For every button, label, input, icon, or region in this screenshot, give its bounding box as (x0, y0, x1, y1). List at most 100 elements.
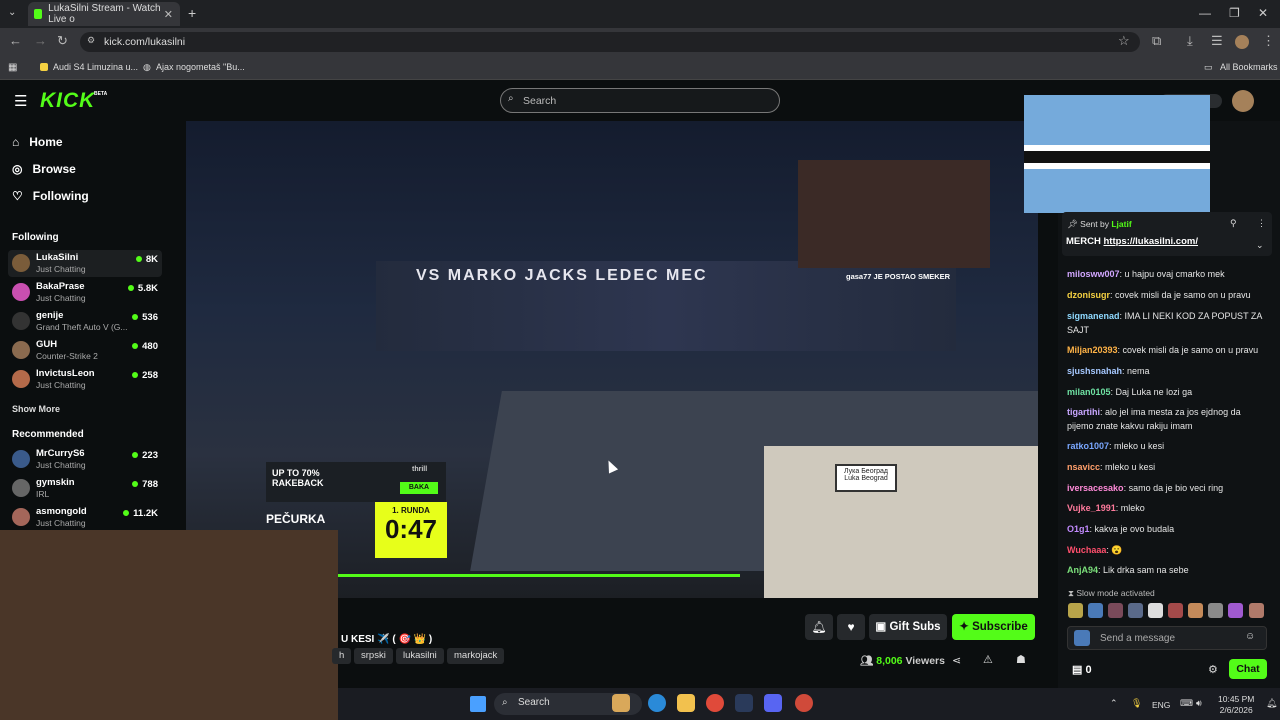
stream-tag[interactable]: markojack (447, 648, 505, 664)
new-tab-icon[interactable]: + (188, 5, 196, 21)
all-bookmarks[interactable]: All Bookmarks (1220, 62, 1278, 72)
unpin-icon[interactable]: ⚲ (1230, 218, 1237, 229)
tab-list-icon[interactable]: ⌄ (8, 7, 16, 18)
reload-icon[interactable]: ↻ (57, 33, 68, 49)
edge-icon[interactable] (648, 694, 666, 712)
channel-item[interactable]: asmongold Just Chatting 11.2K (8, 504, 162, 531)
close-tab-icon[interactable]: ✕ (164, 8, 173, 21)
emote-button[interactable] (1068, 603, 1083, 618)
chat-username[interactable]: tigartihi (1067, 407, 1100, 417)
chat-username[interactable]: iversacesako (1067, 483, 1124, 493)
channel-item[interactable]: InvictusLeon Just Chatting 258 (8, 366, 162, 393)
stream-tag[interactable]: lukasilni (396, 648, 444, 664)
share-icon[interactable]: ⋖ (952, 654, 961, 667)
emote-button[interactable] (1208, 603, 1223, 618)
language-indicator[interactable]: ENG (1152, 700, 1170, 710)
chat-username[interactable]: O1g1 (1067, 524, 1090, 534)
chrome-icon[interactable] (706, 694, 724, 712)
reading-list-icon[interactable]: ☰ (1211, 33, 1223, 49)
close-window-icon[interactable]: ✕ (1258, 6, 1268, 20)
chrome-profile-icon[interactable] (795, 694, 813, 712)
browser-menu-icon[interactable]: ⋮ (1262, 33, 1275, 49)
notification-bell-button[interactable]: 🔔︎ (805, 614, 833, 640)
more-options-icon[interactable]: ⋮ (1257, 218, 1266, 229)
emote-button[interactable] (1088, 603, 1103, 618)
channel-points[interactable]: ▤ 0 (1072, 663, 1092, 676)
profile-avatar[interactable] (1235, 35, 1249, 49)
subscribe-button[interactable]: ✦ Subscribe (952, 614, 1035, 640)
back-icon[interactable]: ← (9, 33, 22, 48)
report-icon[interactable]: ⚠ (983, 653, 993, 666)
channel-item[interactable]: genije Grand Theft Auto V (G... 536 (8, 308, 162, 335)
bookmark-2[interactable]: Ajax nogometaš "Bu... (156, 62, 245, 72)
hamburger-menu-icon[interactable]: ☰ (14, 92, 27, 110)
emote-button[interactable] (1249, 603, 1264, 618)
chat-settings-icon[interactable]: ⚙ (1208, 663, 1218, 676)
file-explorer-icon[interactable] (677, 694, 695, 712)
channel-item[interactable]: LukaSilni Just Chatting 8K (8, 250, 162, 277)
chat-username[interactable]: ratko1007 (1067, 441, 1109, 451)
download-icon[interactable]: ⤓ (1187, 33, 1193, 49)
sidebar-item-following[interactable]: ♡ Following (12, 189, 89, 203)
weather-widget-icon[interactable] (612, 694, 630, 712)
channel-item[interactable]: gymskin IRL 788 (8, 475, 162, 502)
chat-username[interactable]: Vujke_1991 (1067, 503, 1116, 513)
sidebar-item-home[interactable]: ⌂ Home (12, 135, 63, 149)
chat-username[interactable]: nsavicc (1067, 462, 1100, 472)
browser-tab[interactable]: LukaSilni Stream - Watch Live o ✕ (28, 2, 180, 26)
network-icon[interactable]: ⌨ (1180, 698, 1193, 709)
show-more-link[interactable]: Show More (12, 404, 60, 414)
emote-button[interactable] (1228, 603, 1243, 618)
stream-tag[interactable]: srpski (354, 648, 393, 664)
chat-username[interactable]: sjushsnahah (1067, 366, 1122, 376)
stream-tag[interactable]: h (332, 648, 352, 664)
viewers-count: 8,006 (876, 655, 903, 667)
minimize-icon[interactable]: — (1199, 6, 1211, 20)
emote-button[interactable] (1168, 603, 1183, 618)
emote-button[interactable] (1148, 603, 1163, 618)
tray-chevron-icon[interactable]: ⌃ (1110, 698, 1118, 709)
send-chat-button[interactable]: Chat (1229, 659, 1267, 679)
channel-item[interactable]: MrCurryS6 Just Chatting 223 (8, 446, 162, 473)
chat-username[interactable]: Wuchaaa (1067, 545, 1106, 555)
kick-logo[interactable]: KICK (40, 89, 95, 113)
pinned-user[interactable]: Ljatif (1111, 219, 1131, 229)
sidebar-item-browse[interactable]: ◎ Browse (12, 162, 76, 176)
url-field[interactable]: kick.com/lukasilni (80, 32, 1140, 52)
system-clock[interactable]: 10:45 PM 2/6/2026 (1218, 694, 1254, 716)
emoji-icon[interactable]: ☺ (1245, 631, 1255, 642)
chat-username[interactable]: milosww007 (1067, 269, 1120, 279)
maximize-icon[interactable]: ❐ (1229, 6, 1240, 20)
forward-icon[interactable]: → (34, 33, 47, 48)
steam-icon[interactable] (735, 694, 753, 712)
chat-message-input[interactable]: Send a message (1067, 626, 1267, 650)
user-avatar[interactable] (1232, 90, 1254, 112)
microphone-icon[interactable]: 🎙︎ (1131, 698, 1142, 709)
emote-button[interactable] (1188, 603, 1203, 618)
extensions-icon[interactable]: ⧉ (1152, 33, 1161, 49)
follow-button[interactable]: ♥ (837, 614, 865, 640)
start-icon[interactable] (470, 696, 486, 712)
emote-button[interactable] (1128, 603, 1143, 618)
search-input[interactable]: Search (500, 88, 780, 113)
discord-icon[interactable] (764, 694, 782, 712)
bookmark-1[interactable]: Audi S4 Limuzina u... (53, 62, 138, 72)
bookmark-star-icon[interactable]: ☆ (1118, 33, 1130, 49)
chat-username[interactable]: Miljan20393 (1067, 345, 1118, 355)
chevron-down-icon[interactable]: ⌄ (1256, 240, 1264, 251)
chat-username[interactable]: milan0105 (1067, 387, 1111, 397)
emote-button[interactable] (1108, 603, 1123, 618)
chat-identity-icon[interactable] (1074, 630, 1090, 646)
channel-item[interactable]: GUH Counter-Strike 2 480 (8, 337, 162, 364)
volume-icon[interactable]: 🔊︎ (1196, 698, 1202, 709)
chat-username[interactable]: dzonisugr (1067, 290, 1110, 300)
channel-item[interactable]: BakaPrase Just Chatting 5.8K (8, 279, 162, 306)
chat-username[interactable]: sigmanenad (1067, 311, 1120, 321)
notifications-icon[interactable]: 🔔︎ (1266, 698, 1277, 709)
gift-subs-button[interactable]: ▣ Gift Subs (869, 614, 947, 640)
merch-link[interactable]: https://lukasilni.com/ (1103, 236, 1198, 247)
site-info-icon[interactable]: ⚙ (87, 35, 95, 46)
user-add-icon[interactable]: ☗ (1016, 653, 1026, 666)
apps-icon[interactable]: ▦ (8, 62, 17, 73)
chat-username[interactable]: AnjA94 (1067, 565, 1098, 575)
